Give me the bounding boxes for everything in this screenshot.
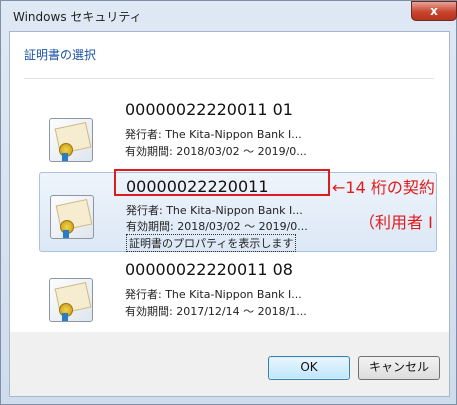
close-button[interactable]: x xyxy=(411,1,457,21)
window-title: Windows セキュリティ xyxy=(13,10,142,24)
certificate-validity: 有効期間: 2018/03/02 ～ 2019/0... xyxy=(125,145,307,158)
certificate-name: 00000022220011 08 xyxy=(125,260,293,279)
heading-divider xyxy=(24,78,434,79)
ok-button[interactable]: OK xyxy=(268,356,350,380)
certificate-icon xyxy=(49,118,93,162)
security-dialog-window: Windows セキュリティ x 証明書の選択 00000022220011 0… xyxy=(0,0,457,405)
certificate-issuer: 発行者: The Kita-Nippon Bank I... xyxy=(126,204,303,217)
cancel-button[interactable]: キャンセル xyxy=(358,356,440,380)
annotation-sublabel: （利用者 I xyxy=(359,213,433,232)
certificate-issuer: 発行者: The Kita-Nippon Bank I... xyxy=(125,288,302,301)
certificate-validity: 有効期間: 2018/03/02 ～ 2019/0... xyxy=(126,220,308,233)
certificate-icon xyxy=(50,195,94,239)
view-properties-link[interactable]: 証明書のプロパティを表示します xyxy=(126,234,297,252)
certificate-validity: 有効期間: 2017/12/14 ～ 2018/1... xyxy=(125,305,307,318)
dialog-heading: 証明書の選択 xyxy=(24,48,97,62)
certificate-issuer: 発行者: The Kita-Nippon Bank I... xyxy=(125,128,302,141)
certificate-icon xyxy=(49,278,93,322)
title-bar[interactable]: Windows セキュリティ x xyxy=(1,1,457,31)
button-bar: OK キャンセル xyxy=(10,332,449,396)
annotation-label: ←14 桁の契約 xyxy=(332,178,435,197)
certificate-item[interactable]: 00000022220011 08 発行者: The Kita-Nippon B… xyxy=(39,256,437,336)
certificate-name: 00000022220011 01 xyxy=(125,100,293,119)
certificate-item[interactable]: 00000022220011 01 発行者: The Kita-Nippon B… xyxy=(39,96,437,176)
highlight-box xyxy=(114,169,330,196)
